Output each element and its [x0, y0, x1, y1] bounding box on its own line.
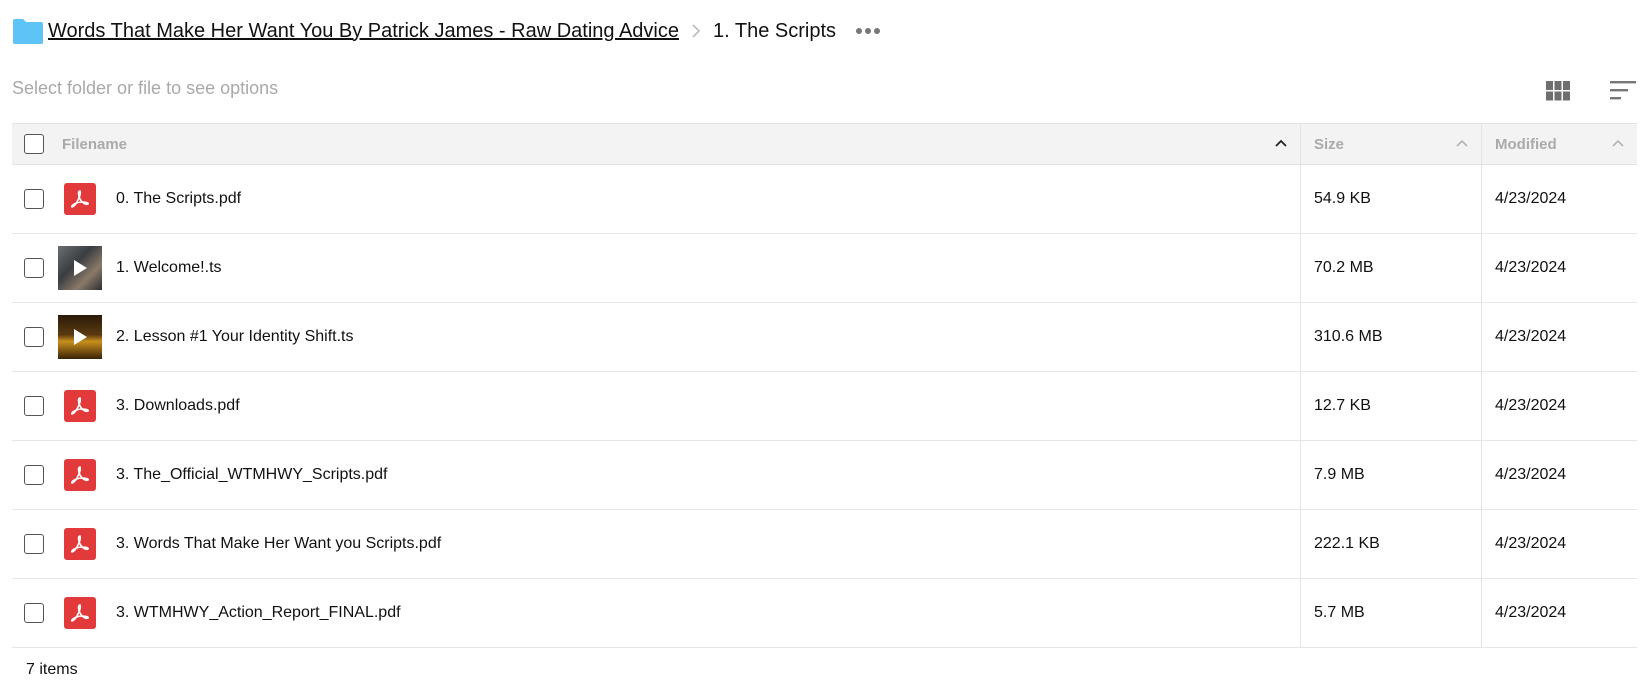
file-modified: 4/23/2024 [1481, 579, 1637, 647]
file-name[interactable]: 1. Welcome!.ts [116, 259, 222, 277]
table-row[interactable]: 2. Lesson #1 Your Identity Shift.ts 310.… [12, 303, 1637, 372]
video-thumbnail [58, 315, 102, 359]
file-name[interactable]: 3. Words That Make Her Want you Scripts.… [116, 535, 441, 553]
table-row[interactable]: 3. Words That Make Her Want you Scripts.… [12, 510, 1637, 579]
filename-cell: 0. The Scripts.pdf [56, 165, 1300, 233]
chevron-up-icon [1456, 139, 1468, 147]
play-icon [74, 260, 87, 276]
file-size: 310.6 MB [1300, 303, 1481, 371]
table-row[interactable]: 3. The_Official_WTMHWY_Scripts.pdf 7.9 M… [12, 441, 1637, 510]
row-select-cell [12, 510, 56, 578]
filename-cell: 3. WTMHWY_Action_Report_FINAL.pdf [56, 579, 1300, 647]
file-size: 5.7 MB [1300, 579, 1481, 647]
file-name[interactable]: 3. WTMHWY_Action_Report_FINAL.pdf [116, 604, 401, 622]
chevron-up-icon [1612, 139, 1624, 147]
filename-cell: 3. Words That Make Her Want you Scripts.… [56, 510, 1300, 578]
item-count: 7 items [26, 661, 78, 678]
file-name[interactable]: 3. The_Official_WTMHWY_Scripts.pdf [116, 466, 388, 484]
pdf-icon [58, 522, 102, 566]
select-all-checkbox[interactable] [24, 134, 44, 154]
table-row[interactable]: 1. Welcome!.ts 70.2 MB 4/23/2024 [12, 234, 1637, 303]
selection-hint: Select folder or file to see options [12, 78, 279, 98]
folder-icon [12, 17, 44, 45]
file-size: 12.7 KB [1300, 372, 1481, 440]
file-size: 70.2 MB [1300, 234, 1481, 302]
file-modified: 4/23/2024 [1481, 234, 1637, 302]
file-modified: 4/23/2024 [1481, 165, 1637, 233]
column-header-size[interactable]: Size [1300, 124, 1481, 164]
row-select-cell [12, 303, 56, 371]
filename-cell: 1. Welcome!.ts [56, 234, 1300, 302]
file-name[interactable]: 3. Downloads.pdf [116, 397, 240, 415]
row-select-cell [12, 579, 56, 647]
column-header-modified[interactable]: Modified [1481, 124, 1637, 164]
column-header-filename-label: Filename [62, 135, 128, 153]
file-size: 7.9 MB [1300, 441, 1481, 509]
grid-view-icon[interactable] [1546, 81, 1570, 101]
column-header-size-label: Size [1314, 135, 1345, 153]
filename-cell: 3. Downloads.pdf [56, 372, 1300, 440]
file-name[interactable]: 0. The Scripts.pdf [116, 190, 241, 208]
row-checkbox[interactable] [24, 603, 44, 623]
sort-icon[interactable] [1610, 80, 1636, 102]
table-row[interactable]: 3. WTMHWY_Action_Report_FINAL.pdf 5.7 MB… [12, 579, 1637, 648]
file-modified: 4/23/2024 [1481, 510, 1637, 578]
row-select-cell [12, 441, 56, 509]
row-checkbox[interactable] [24, 189, 44, 209]
row-checkbox[interactable] [24, 534, 44, 554]
pdf-icon [58, 177, 102, 221]
file-name[interactable]: 2. Lesson #1 Your Identity Shift.ts [116, 328, 354, 346]
table-row[interactable]: 0. The Scripts.pdf 54.9 KB 4/23/2024 [12, 165, 1637, 234]
row-select-cell [12, 234, 56, 302]
table-header: Filename Size Modified [12, 123, 1637, 165]
chevron-right-icon [679, 22, 713, 40]
file-browser: Words That Make Her Want You By Patrick … [0, 0, 1644, 683]
row-checkbox[interactable] [24, 327, 44, 347]
pdf-icon [58, 453, 102, 497]
file-modified: 4/23/2024 [1481, 372, 1637, 440]
file-size: 222.1 KB [1300, 510, 1481, 578]
file-modified: 4/23/2024 [1481, 303, 1637, 371]
breadcrumb-parent-link[interactable]: Words That Make Her Want You By Patrick … [48, 20, 679, 43]
row-select-cell [12, 165, 56, 233]
column-header-filename[interactable]: Filename [56, 124, 1300, 164]
row-checkbox[interactable] [24, 396, 44, 416]
row-checkbox[interactable] [24, 258, 44, 278]
video-thumbnail [58, 246, 102, 290]
file-table: Filename Size Modified 0. The Scripts.pd… [12, 123, 1637, 648]
more-horizontal-icon[interactable] [856, 21, 883, 41]
play-icon [74, 329, 87, 345]
header-select-cell [12, 124, 56, 164]
filename-cell: 3. The_Official_WTMHWY_Scripts.pdf [56, 441, 1300, 509]
pdf-icon [58, 591, 102, 635]
row-select-cell [12, 372, 56, 440]
table-row[interactable]: 3. Downloads.pdf 12.7 KB 4/23/2024 [12, 372, 1637, 441]
file-modified: 4/23/2024 [1481, 441, 1637, 509]
breadcrumb: Words That Make Her Want You By Patrick … [12, 14, 883, 48]
row-checkbox[interactable] [24, 465, 44, 485]
chevron-up-icon [1275, 139, 1287, 147]
breadcrumb-current: 1. The Scripts [713, 19, 837, 42]
column-header-modified-label: Modified [1495, 135, 1557, 153]
file-size: 54.9 KB [1300, 165, 1481, 233]
pdf-icon [58, 384, 102, 428]
filename-cell: 2. Lesson #1 Your Identity Shift.ts [56, 303, 1300, 371]
